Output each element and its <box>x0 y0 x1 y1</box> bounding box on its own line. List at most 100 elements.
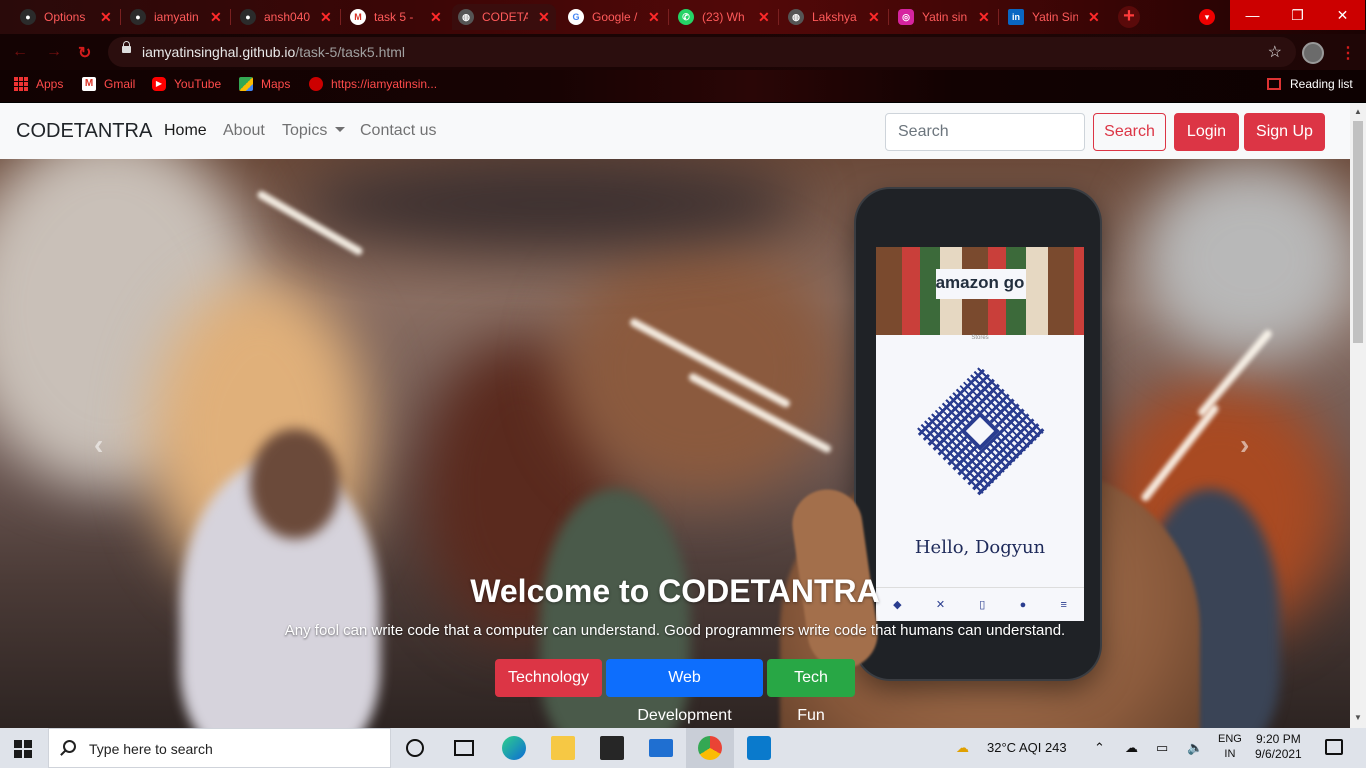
weather-text[interactable]: 32°C AQI 243 <box>987 740 1067 755</box>
address-bar[interactable]: iamyatinsinghal.github.io/task-5/task5.h… <box>108 37 1296 67</box>
site-search-input[interactable] <box>885 113 1085 151</box>
bookmark-apps[interactable]: Apps <box>14 77 63 91</box>
gmail-icon: M <box>350 9 366 25</box>
instagram-icon: ◎ <box>898 9 914 25</box>
bookmark-label: YouTube <box>174 77 222 91</box>
tab-options[interactable]: ● Options ✕ <box>14 4 118 30</box>
weather-icon[interactable]: ☁ <box>956 740 969 756</box>
close-tab-icon[interactable]: ✕ <box>100 9 112 26</box>
tab-title: (23) Wh <box>702 10 745 24</box>
technology-button[interactable]: Technology <box>495 659 602 697</box>
tab-title: Lakshya <box>812 10 857 24</box>
bookmark-gmail[interactable]: M Gmail <box>82 77 135 91</box>
hero-heading: Welcome to CODETANTRA <box>470 573 880 609</box>
tab-search-icon[interactable]: ▾ <box>1199 9 1215 25</box>
tab-title: task 5 - <box>374 10 414 24</box>
background-ceiling <box>300 159 800 249</box>
volume-icon[interactable]: 🔈 <box>1187 740 1203 756</box>
page-scrollbar[interactable]: ▲ ▼ <box>1350 103 1366 728</box>
apps-icon <box>14 77 28 91</box>
bookmark-youtube[interactable]: ▶ YouTube <box>152 77 221 91</box>
close-tab-icon[interactable]: ✕ <box>648 9 660 26</box>
nav-home[interactable]: Home <box>164 122 207 140</box>
tech-fun-button[interactable]: Tech Fun <box>767 659 855 724</box>
bookmarks-bar: Apps M Gmail ▶ YouTube Maps https://iamy… <box>0 70 1366 102</box>
menu-kebab-icon[interactable]: ⋮ <box>1340 43 1356 63</box>
cortana-icon[interactable] <box>406 739 424 757</box>
store-icon[interactable] <box>600 736 624 760</box>
tab-google[interactable]: G Google / ✕ <box>562 4 666 30</box>
url-path: /task-5/task5.html <box>295 44 406 60</box>
clock-date: 9/6/2021 <box>1255 747 1302 761</box>
close-tab-icon[interactable]: ✕ <box>1088 9 1100 26</box>
close-window-button[interactable]: ✕ <box>1320 0 1365 30</box>
carousel-next-icon[interactable]: › <box>1240 429 1249 461</box>
close-tab-icon[interactable]: ✕ <box>538 9 550 26</box>
mail-icon[interactable] <box>649 739 673 757</box>
clock[interactable]: 9:20 PM 9/6/2021 <box>1255 732 1302 762</box>
tab-lakshya[interactable]: ◍ Lakshya ✕ <box>782 4 886 30</box>
taskbar-search[interactable]: Type here to search <box>48 728 391 768</box>
bookmark-maps[interactable]: Maps <box>239 77 290 91</box>
bookmark-star-icon[interactable]: ☆ <box>1268 42 1282 62</box>
vscode-icon[interactable] <box>747 736 771 760</box>
close-tab-icon[interactable]: ✕ <box>320 9 332 26</box>
tab-iamyatin[interactable]: ● iamyatin ✕ <box>124 4 228 30</box>
globe-icon: ◍ <box>788 9 804 25</box>
screen-stores-label: Stores <box>971 335 989 341</box>
task-view-icon[interactable] <box>454 740 474 756</box>
site-brand[interactable]: CODETANTRA <box>16 120 152 143</box>
bookmark-site[interactable]: https://iamyatinsin... <box>309 77 437 91</box>
file-explorer-icon[interactable] <box>551 736 575 760</box>
search-icon <box>63 740 76 753</box>
reading-list-icon <box>1267 78 1281 90</box>
nav-contact[interactable]: Contact us <box>360 122 436 140</box>
new-tab-button[interactable]: + <box>1118 6 1140 28</box>
chevron-up-icon[interactable]: ⌃ <box>1094 740 1105 756</box>
signup-button[interactable]: Sign Up <box>1244 113 1325 151</box>
lang-bottom: IN <box>1224 748 1236 760</box>
battery-icon[interactable]: ▭ <box>1156 740 1168 756</box>
notification-icon[interactable] <box>1325 739 1343 755</box>
screen-greeting: Hello, Dogyun <box>914 537 1046 558</box>
google-icon: G <box>568 9 584 25</box>
nav-topics-label: Topics <box>282 122 328 139</box>
minimize-button[interactable]: — <box>1230 0 1275 30</box>
tab-instagram[interactable]: ◎ Yatin sin ✕ <box>892 4 996 30</box>
close-tab-icon[interactable]: ✕ <box>210 9 222 26</box>
browser-tab-bar: ● Options ✕ ● iamyatin ✕ ● ansh040 ✕ M t… <box>0 0 1366 34</box>
edge-icon[interactable] <box>502 736 526 760</box>
forward-icon[interactable]: → <box>46 43 62 61</box>
close-tab-icon[interactable]: ✕ <box>430 9 442 26</box>
back-icon[interactable]: ← <box>12 43 28 61</box>
carousel-prev-icon[interactable]: ‹ <box>94 429 103 461</box>
nav-topics-dropdown[interactable]: Topics <box>282 122 346 140</box>
scroll-down-icon[interactable]: ▼ <box>1354 713 1362 722</box>
tab-ansh040[interactable]: ● ansh040 ✕ <box>234 4 338 30</box>
profile-avatar[interactable] <box>1302 42 1324 64</box>
close-tab-icon[interactable]: ✕ <box>868 9 880 26</box>
close-tab-icon[interactable]: ✕ <box>978 9 990 26</box>
carousel-caption: Welcome to CODETANTRA Any fool can write… <box>0 573 1350 639</box>
maximize-button[interactable]: ❐ <box>1275 0 1320 30</box>
onedrive-icon[interactable]: ☁ <box>1125 740 1138 756</box>
reload-icon[interactable]: ↻ <box>78 43 91 63</box>
tab-task5-gmail[interactable]: M task 5 - ✕ <box>344 4 448 30</box>
scroll-up-icon[interactable]: ▲ <box>1354 107 1362 116</box>
nav-about[interactable]: About <box>223 122 265 140</box>
language-indicator[interactable]: ENG IN <box>1218 732 1242 762</box>
windows-start-icon[interactable] <box>14 740 32 758</box>
background-shelf <box>560 239 840 499</box>
login-button[interactable]: Login <box>1174 113 1239 151</box>
scrollbar-thumb[interactable] <box>1353 121 1363 343</box>
web-development-button[interactable]: Web Development <box>606 659 763 724</box>
tab-linkedin[interactable]: in Yatin Sin ✕ <box>1002 4 1106 30</box>
close-tab-icon[interactable]: ✕ <box>758 9 770 26</box>
tab-codetantra[interactable]: ◍ CODETA ✕ <box>452 4 556 30</box>
reading-list[interactable]: Reading list <box>1267 77 1353 91</box>
search-button[interactable]: Search <box>1093 113 1166 151</box>
url-host: iamyatinsinghal.github.io <box>142 44 296 60</box>
chrome-icon[interactable] <box>698 736 722 760</box>
globe-icon <box>309 77 323 91</box>
tab-whatsapp[interactable]: ✆ (23) Wh ✕ <box>672 4 776 30</box>
